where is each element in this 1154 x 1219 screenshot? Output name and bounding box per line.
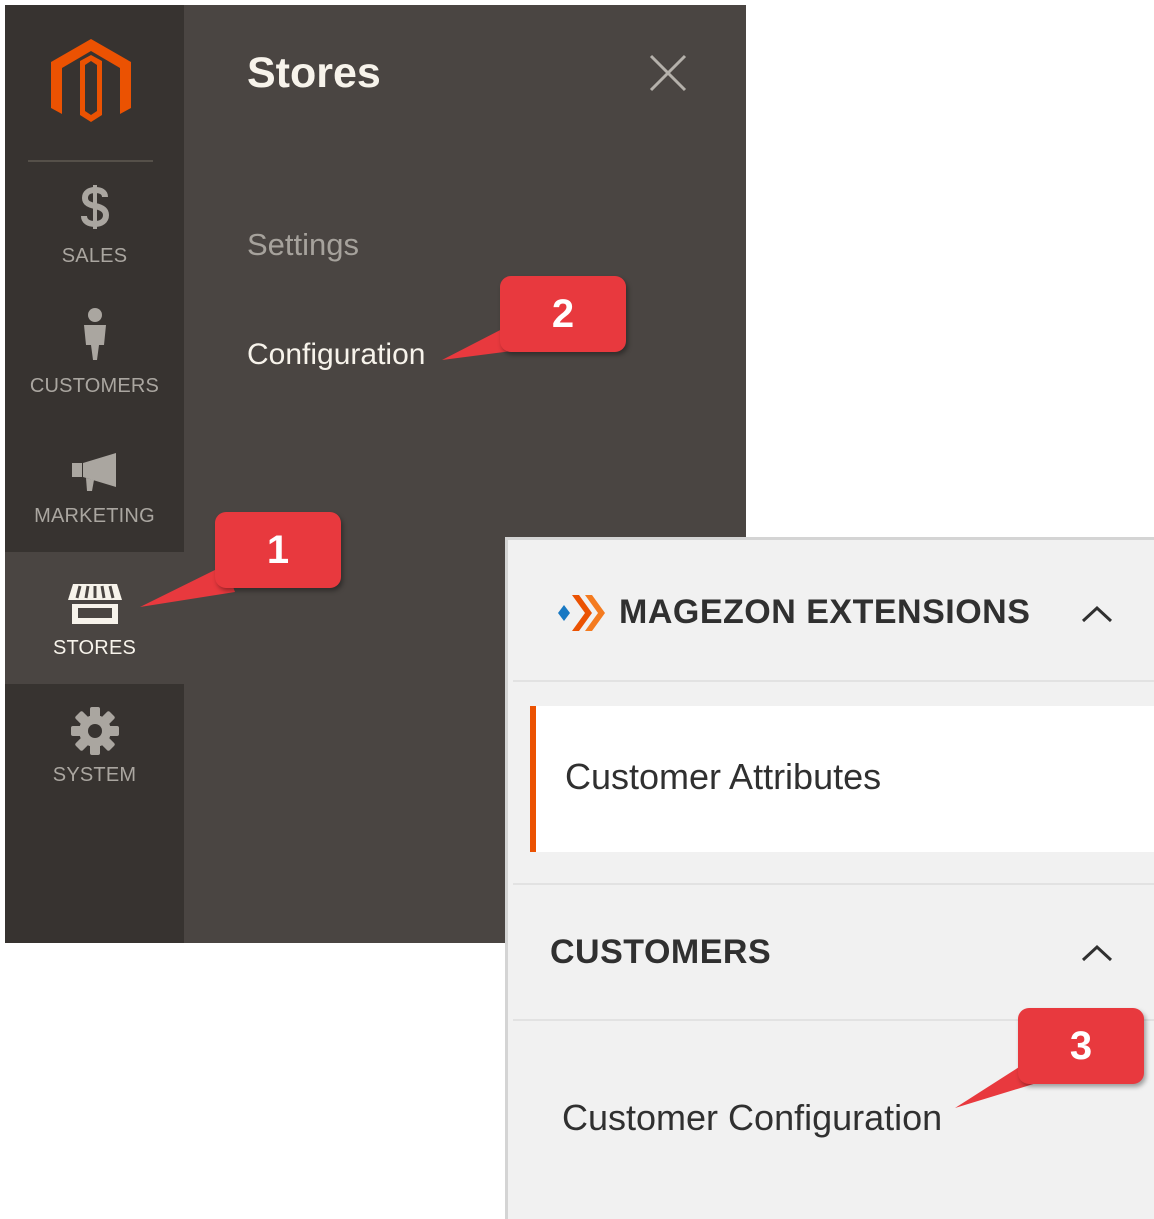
person-icon <box>5 307 184 361</box>
chevron-up-icon <box>1080 943 1114 963</box>
nav-label-marketing: MARKETING <box>34 505 155 527</box>
menu-item-label: Customer Attributes <box>565 756 882 797</box>
section-customers[interactable]: CUSTOMERS <box>508 885 1154 1018</box>
nav-item-system[interactable]: SYSTEM <box>5 684 184 816</box>
magezon-logo-icon <box>555 593 607 638</box>
config-navigation-panel: MAGEZON EXTENSIONS Customer Attributes C… <box>505 537 1154 1219</box>
close-icon[interactable] <box>648 53 688 93</box>
megaphone-icon <box>5 451 184 491</box>
section-title-customers: CUSTOMERS <box>550 933 772 971</box>
chevron-up-icon <box>1080 604 1114 624</box>
nav-label-sales: SALES <box>61 245 128 267</box>
nav-item-customers[interactable]: CUSTOMERS <box>5 295 184 427</box>
nav-item-marketing[interactable]: MARKETING <box>5 425 184 557</box>
nav-item-sales[interactable]: SALES <box>5 163 184 295</box>
callout-marker-2: 2 <box>500 276 626 352</box>
configuration-link[interactable]: Configuration <box>247 338 425 372</box>
nav-label-stores: STORES <box>52 637 137 659</box>
section-divider <box>513 680 1154 682</box>
magento-logo-icon[interactable] <box>51 39 131 131</box>
nav-label-system: SYSTEM <box>52 764 137 786</box>
admin-sidebar: SALES CUSTOMERS MARKETING STORES SYSTEM <box>5 5 184 943</box>
sidebar-divider <box>28 160 153 162</box>
nav-item-stores[interactable]: STORES <box>5 552 184 684</box>
flyout-title: Stores <box>247 49 381 97</box>
callout-marker-1: 1 <box>215 512 341 588</box>
storefront-icon <box>5 582 184 626</box>
dollar-icon <box>5 183 184 231</box>
section-title-magezon: MAGEZON EXTENSIONS <box>619 593 1031 631</box>
settings-section-heading: Settings <box>247 227 360 262</box>
section-magezon-extensions[interactable]: MAGEZON EXTENSIONS <box>508 540 1154 680</box>
menu-item-customer-attributes[interactable]: Customer Attributes <box>530 706 1154 852</box>
callout-marker-3: 3 <box>1018 1008 1144 1084</box>
nav-label-customers: CUSTOMERS <box>29 375 160 397</box>
menu-item-customer-configuration[interactable]: Customer Configuration <box>562 1097 942 1139</box>
gear-icon <box>5 706 184 756</box>
